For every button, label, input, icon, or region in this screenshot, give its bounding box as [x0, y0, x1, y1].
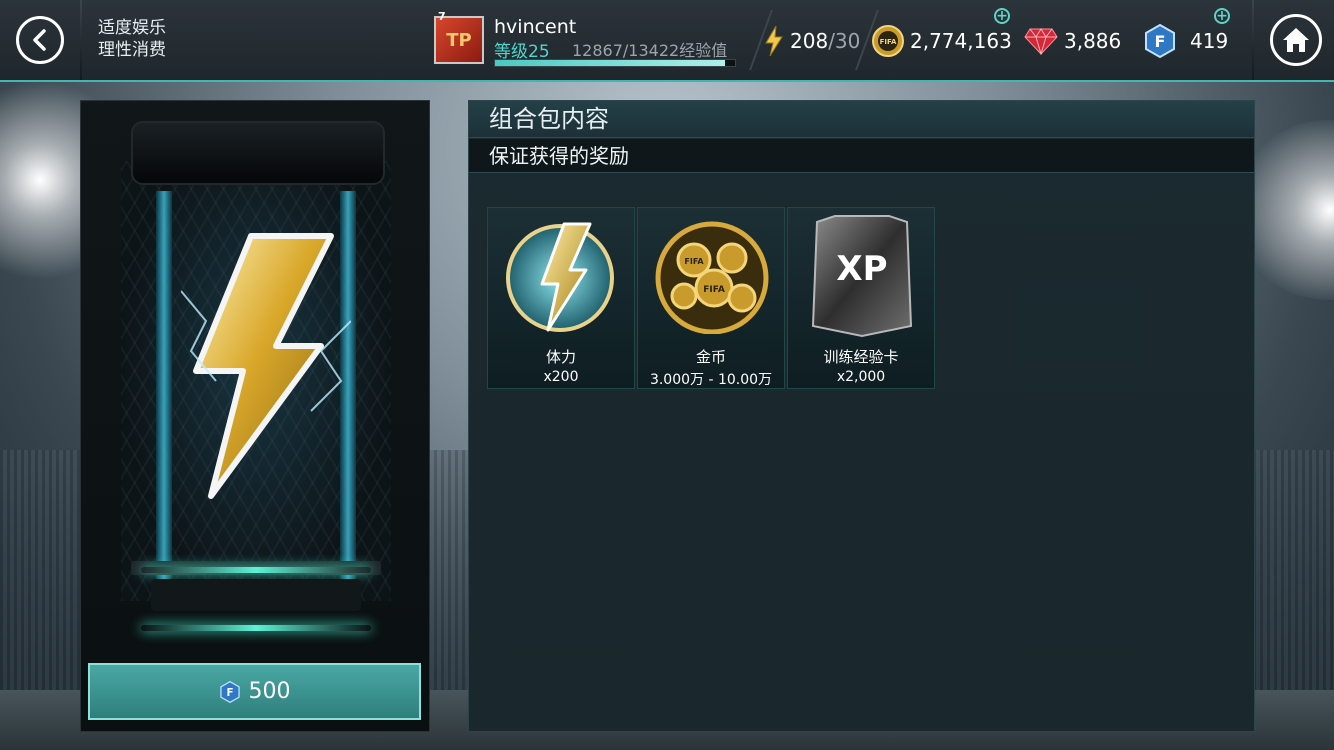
pack-price: 500	[248, 679, 291, 704]
lightning-icon	[764, 26, 784, 56]
section-header: 保证获得的奖励	[469, 139, 1254, 173]
reward-quantity: x2,000	[836, 369, 886, 385]
gems-value: 3,886	[1064, 29, 1122, 53]
gem-icon	[1024, 27, 1058, 55]
svg-text:XP: XP	[836, 249, 887, 289]
xp-text: 12867/13422经验值	[572, 41, 728, 60]
reward-item-xp-card[interactable]: XP 训练经验卡 x2,000	[787, 207, 935, 389]
capsule-glow-ring	[141, 567, 371, 573]
coins-counter[interactable]: FIFA 2,774,163	[872, 25, 1012, 57]
chevron-left-icon	[33, 29, 46, 51]
slogan-line-1: 适度娱乐	[98, 18, 166, 38]
reward-name: 体力	[545, 348, 576, 366]
avatar[interactable]: TP	[434, 16, 484, 64]
capsule-glow-ring	[141, 625, 371, 631]
buy-pack-button[interactable]: F 500	[88, 663, 421, 720]
svg-text:FIFA: FIFA	[880, 38, 897, 46]
top-bar: 适度娱乐 理性消费 TP 7 hvincent 等级25 12867/13422…	[0, 0, 1334, 82]
back-button[interactable]	[16, 16, 64, 64]
fifa-points-icon: F	[1144, 24, 1176, 58]
panel-title: 组合包内容	[469, 101, 1254, 138]
capsule-base-lower	[151, 579, 361, 611]
xp-progress-fill	[495, 60, 726, 66]
svg-text:FIFA: FIFA	[684, 257, 704, 266]
pack-display	[80, 100, 430, 732]
reward-item-stamina[interactable]: 体力 x200	[487, 207, 635, 389]
divider	[80, 0, 82, 80]
svg-text:F: F	[1155, 32, 1166, 51]
capsule-glow-tube	[156, 191, 172, 611]
add-coins-button[interactable]: +	[994, 8, 1010, 24]
reward-quantity: 3.000万 - 10.00万	[649, 372, 773, 388]
xp-progress-bar	[494, 59, 736, 67]
slogan-line-2: 理性消费	[98, 40, 166, 60]
stamina-max: /30	[828, 29, 861, 53]
reward-quantity: x200	[543, 369, 579, 385]
xp-card-icon: XP	[802, 215, 922, 338]
stamina-counter[interactable]: 208/30	[764, 26, 860, 56]
fifa-points-icon: F	[219, 680, 240, 703]
stamina-bolt-icon	[502, 216, 622, 336]
avatar-level-badge: 7	[438, 10, 446, 23]
reward-name: 训练经验卡	[823, 348, 899, 366]
svg-text:FIFA: FIFA	[703, 285, 725, 295]
stamina-pack-bolt-icon	[181, 233, 351, 499]
coin-icon: FIFA	[872, 25, 904, 57]
reward-item-coins[interactable]: FIFA FIFA 金币 3.000万 - 10.00万	[637, 207, 785, 389]
home-icon	[1283, 28, 1309, 52]
svg-text:F: F	[226, 686, 233, 698]
gems-counter[interactable]: 3,886	[1024, 26, 1121, 56]
fifa-points-value: 419	[1190, 29, 1229, 53]
divider	[1252, 0, 1254, 80]
coins-icon: FIFA FIFA	[652, 216, 772, 336]
add-fifa-points-button[interactable]: +	[1214, 8, 1230, 24]
fifa-points-counter[interactable]: F 419	[1144, 24, 1229, 58]
capsule-top	[131, 121, 385, 185]
reward-name: 金币	[695, 348, 726, 366]
username: hvincent	[494, 16, 577, 38]
home-button[interactable]	[1270, 14, 1322, 66]
stamina-value: 208	[790, 29, 829, 53]
bundle-contents-panel: 组合包内容 保证获得的奖励 体力 x200 FIFA FIFA 金币 3.000…	[468, 100, 1255, 732]
rewards-list: 体力 x200 FIFA FIFA 金币 3.000万 - 10.00万 XP …	[487, 207, 935, 389]
slogan: 适度娱乐 理性消费	[98, 17, 166, 61]
team-emblem-icon: TP	[446, 29, 472, 51]
coins-value: 2,774,163	[910, 29, 1012, 53]
